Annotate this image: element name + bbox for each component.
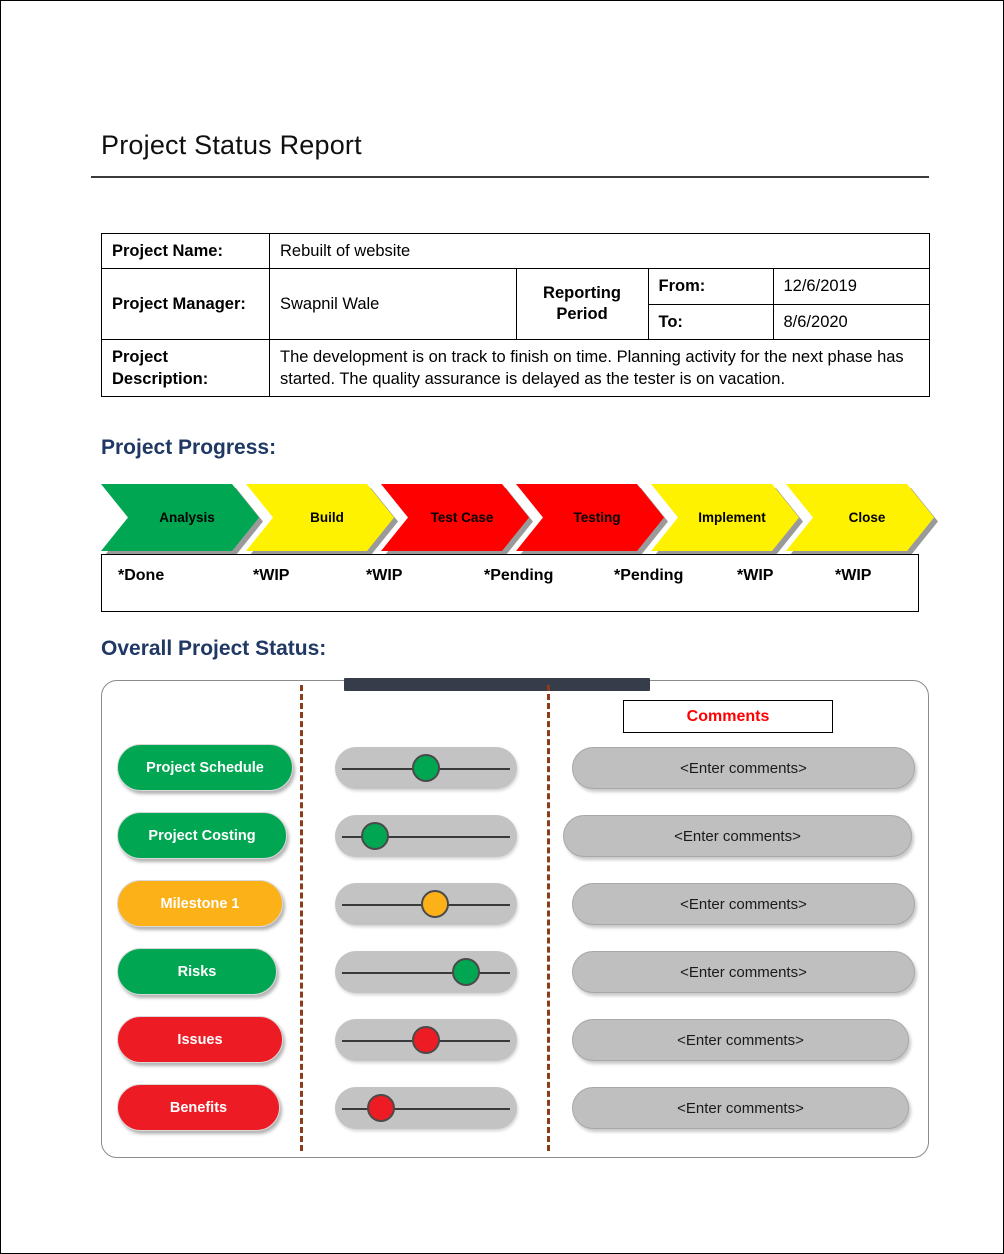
comment-input-pill[interactable]: <Enter comments> — [563, 815, 912, 857]
panel-top-bar — [344, 678, 650, 691]
table-row-project-name: Project Name: Rebuilt of website — [101, 232, 930, 270]
comment-input-pill[interactable]: <Enter comments> — [572, 1019, 909, 1061]
to-value[interactable]: 8/6/2020 — [772, 303, 930, 339]
project-info-table: Project Name: Rebuilt of website Project… — [101, 232, 930, 398]
project-description-label: Project Description: — [101, 338, 270, 398]
slider-knob[interactable] — [412, 754, 440, 782]
progress-phase-status: *WIP — [253, 567, 290, 584]
comment-input-pill[interactable]: <Enter comments> — [572, 951, 915, 993]
status-row: Milestone 1 <Enter comments> — [102, 880, 928, 936]
status-category-tag[interactable]: Milestone 1 — [117, 880, 283, 927]
progress-phase-status: *WIP — [835, 567, 872, 584]
progress-phase-status: *WIP — [366, 567, 403, 584]
progress-phase-label: Testing — [573, 510, 621, 525]
document-page: Project Status Report Project Name: Rebu… — [0, 0, 1004, 1254]
status-row: Benefits <Enter comments> — [102, 1084, 928, 1140]
comment-input-pill[interactable]: <Enter comments> — [572, 747, 915, 789]
reporting-period-label: Reporting Period — [515, 269, 649, 339]
status-slider[interactable] — [335, 815, 517, 857]
progress-phase-label: Implement — [698, 510, 766, 525]
overall-status-panel: Comments Project Schedule <Enter comments… — [101, 678, 929, 1158]
progress-phase-status: *Done — [118, 567, 165, 584]
manager-and-period-cell: Swapnil Wale Reporting Period From: 12/6… — [269, 268, 930, 340]
progress-phase-chevron[interactable]: Close — [786, 484, 934, 551]
progress-phase-chevron[interactable]: Analysis — [101, 484, 259, 551]
status-category-tag[interactable]: Project Costing — [117, 812, 287, 859]
slider-track — [342, 972, 510, 974]
status-row: Issues <Enter comments> — [102, 1016, 928, 1072]
section-heading-progress: Project Progress: — [101, 436, 277, 459]
from-label: From: — [647, 269, 774, 305]
status-category-tag[interactable]: Issues — [117, 1016, 283, 1063]
reporting-period-table: Swapnil Wale Reporting Period From: 12/6… — [270, 269, 930, 339]
section-heading-overall-status: Overall Project Status: — [101, 637, 327, 660]
status-slider[interactable] — [335, 951, 517, 993]
status-category-tag[interactable]: Risks — [117, 948, 277, 995]
project-name-value[interactable]: Rebuilt of website — [269, 232, 930, 270]
comment-input-pill[interactable]: <Enter comments> — [572, 1087, 909, 1129]
progress-status-strip: *Done *WIP *WIP *Pending *Pending *WIP *WIP — [101, 554, 919, 612]
status-slider[interactable] — [335, 747, 517, 789]
slider-knob[interactable] — [412, 1026, 440, 1054]
project-manager-value[interactable]: Swapnil Wale — [270, 269, 517, 339]
progress-phase-label: Analysis — [159, 510, 215, 525]
slider-knob[interactable] — [361, 822, 390, 850]
progress-phase-status: *Pending — [484, 567, 554, 584]
status-slider[interactable] — [335, 1019, 517, 1061]
progress-phase-status: *Pending — [614, 567, 684, 584]
status-slider[interactable] — [335, 883, 517, 925]
progress-phase-label: Close — [848, 510, 886, 525]
progress-phase-chevron[interactable]: Build — [246, 484, 394, 551]
page-title: Project Status Report — [101, 130, 362, 160]
from-value[interactable]: 12/6/2019 — [772, 269, 930, 305]
status-row: Project Costing <Enter comments> — [102, 812, 928, 868]
project-name-label: Project Name: — [101, 232, 270, 270]
table-row-project-manager: Project Manager: Swapnil Wale Reporting … — [101, 268, 930, 340]
progress-phase-chevron[interactable]: Test Case — [381, 484, 529, 551]
project-description-value[interactable]: The development is on track to finish on… — [269, 338, 930, 398]
slider-knob[interactable] — [452, 958, 481, 986]
progress-chevron-band: Analysis Build Test Case Testing Implement Cl… — [101, 484, 901, 551]
to-label: To: — [647, 303, 774, 339]
comments-header: Comments — [623, 700, 833, 733]
status-row: Project Schedule <Enter comments> — [102, 744, 928, 800]
slider-knob[interactable] — [421, 890, 450, 918]
title-divider — [91, 176, 929, 178]
table-row-description: Project Description: The development is … — [101, 338, 930, 398]
comment-input-pill[interactable]: <Enter comments> — [572, 883, 915, 925]
table-row-from: Swapnil Wale Reporting Period From: 12/6… — [270, 269, 930, 339]
status-row: Risks <Enter comments> — [102, 948, 928, 1004]
progress-phase-label: Build — [310, 510, 344, 525]
status-category-tag[interactable]: Project Schedule — [117, 744, 293, 791]
status-category-tag[interactable]: Benefits — [117, 1084, 280, 1131]
progress-phase-label: Test Case — [430, 510, 494, 525]
progress-phase-chevron[interactable]: Implement — [651, 484, 799, 551]
project-manager-label: Project Manager: — [101, 268, 270, 340]
slider-knob[interactable] — [366, 1094, 395, 1122]
status-slider[interactable] — [335, 1087, 517, 1129]
progress-phase-status: *WIP — [737, 567, 774, 584]
progress-phase-chevron[interactable]: Testing — [516, 484, 664, 551]
